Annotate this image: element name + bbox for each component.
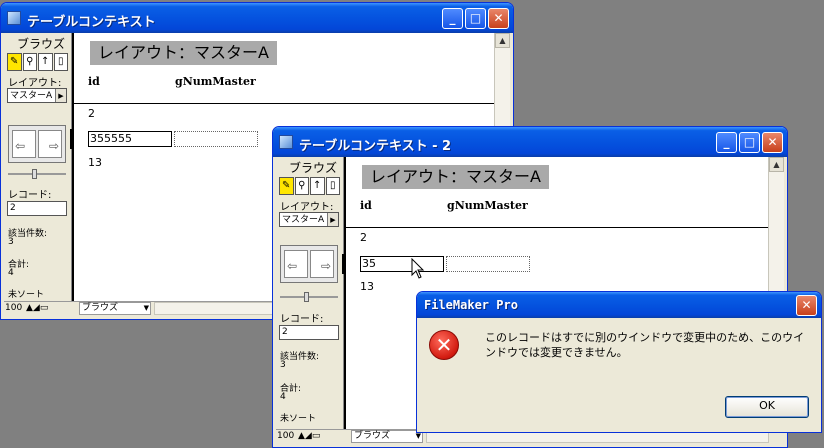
arrow-right-icon: ⇨ bbox=[320, 259, 331, 273]
window-title: テーブルコンテキスト bbox=[27, 15, 156, 30]
record-id-value: 2 bbox=[360, 231, 367, 244]
browse-mode-icon[interactable]: ✎ bbox=[279, 177, 294, 195]
total-count: 4 bbox=[280, 392, 286, 402]
zoom-icon[interactable]: ▲◢▭ bbox=[26, 303, 48, 313]
layout-title: レイアウト：マスターA bbox=[90, 41, 277, 65]
sort-status: 未ソート bbox=[8, 290, 45, 300]
chevron-right-icon: ▶ bbox=[55, 89, 66, 102]
arrow-left-icon: ⇦ bbox=[287, 259, 298, 273]
close-button[interactable]: ✕ bbox=[762, 132, 783, 153]
error-icon: ✕ bbox=[429, 330, 459, 360]
record-slider[interactable] bbox=[8, 169, 66, 179]
slider-knob[interactable] bbox=[32, 169, 37, 179]
slider-knob[interactable] bbox=[304, 292, 309, 302]
maximize-button[interactable]: □ bbox=[739, 132, 760, 153]
arrow-left-icon: ⇦ bbox=[15, 139, 26, 153]
header-id: id bbox=[360, 199, 372, 212]
gnummaster-field[interactable]: 35 bbox=[360, 256, 444, 272]
layout-label: レイアウト: bbox=[280, 202, 334, 213]
record-label: レコード: bbox=[8, 190, 52, 201]
active-record-marker bbox=[70, 129, 73, 149]
layout-select[interactable]: マスターA ▶ bbox=[279, 212, 339, 227]
error-dialog: FileMaker Pro ✕ ✕ このレコードはすでに別のウインドウで変更中の… bbox=[416, 291, 822, 433]
found-label: 該当件数: bbox=[8, 229, 48, 239]
scroll-up-icon[interactable]: ▲ bbox=[495, 33, 510, 48]
find-mode-icon[interactable]: ⚲ bbox=[294, 177, 309, 195]
record-id-value: 13 bbox=[360, 280, 374, 293]
found-count: 3 bbox=[280, 360, 286, 370]
mode-label: ブラウズ bbox=[17, 37, 66, 51]
preview-mode-icon[interactable]: ▯ bbox=[325, 177, 340, 195]
mode-tools: ✎ ⚲ ↑ ▯ bbox=[279, 177, 341, 195]
layout-label: レイアウト: bbox=[8, 78, 62, 89]
scroll-up-icon[interactable]: ▲ bbox=[769, 157, 784, 172]
mode-label: ブラウズ bbox=[289, 161, 338, 175]
close-button[interactable]: ✕ bbox=[796, 295, 817, 316]
layout-select-value: マスターA bbox=[10, 91, 53, 101]
mode-select[interactable]: ブラウズ ▼ bbox=[79, 302, 151, 315]
titlebar[interactable]: テーブルコンテキスト _ □ ✕ bbox=[1, 3, 513, 33]
titlebar[interactable]: テーブルコンテキスト - 2 _ □ ✕ bbox=[273, 127, 787, 157]
empty-field[interactable] bbox=[174, 131, 258, 147]
browse-mode-icon[interactable]: ✎ bbox=[7, 53, 22, 71]
layout-mode-icon[interactable]: ↑ bbox=[38, 53, 53, 71]
mode-select-value: ブラウズ bbox=[354, 431, 391, 441]
dialog-message: このレコードはすでに別のウインドウで変更中のため、このウインドウでは変更できませ… bbox=[485, 331, 805, 359]
record-id-value: 2 bbox=[88, 107, 95, 120]
record-book[interactable]: ⇦ ⇨ bbox=[8, 125, 66, 163]
minimize-button[interactable]: _ bbox=[716, 132, 737, 153]
status-area: ブラウズ ✎ ⚲ ↑ ▯ レイアウト: マスターA ▶ ⇦ ⇨ レコード: 2 … bbox=[4, 33, 72, 316]
header-id: id bbox=[88, 75, 100, 88]
zoom-icon[interactable]: ▲◢▭ bbox=[298, 431, 320, 441]
maximize-button[interactable]: □ bbox=[465, 8, 486, 29]
mouse-cursor-icon bbox=[411, 258, 425, 279]
arrow-right-icon: ⇨ bbox=[48, 139, 59, 153]
layout-mode-icon[interactable]: ↑ bbox=[310, 177, 325, 195]
app-icon bbox=[7, 11, 21, 25]
dialog-titlebar[interactable]: FileMaker Pro ✕ bbox=[417, 292, 821, 318]
layout-select-value: マスターA bbox=[282, 215, 325, 225]
header-divider bbox=[74, 103, 495, 104]
chevron-right-icon: ▶ bbox=[327, 213, 338, 226]
find-mode-icon[interactable]: ⚲ bbox=[22, 53, 37, 71]
record-label: レコード: bbox=[280, 314, 324, 325]
active-record-marker bbox=[342, 254, 345, 274]
close-button[interactable]: ✕ bbox=[488, 8, 509, 29]
record-book[interactable]: ⇦ ⇨ bbox=[280, 245, 338, 283]
chevron-down-icon: ▼ bbox=[143, 304, 149, 312]
record-id-value: 13 bbox=[88, 156, 102, 169]
layout-title: レイアウト：マスターA bbox=[362, 165, 549, 189]
gnummaster-field[interactable]: 355555 bbox=[88, 131, 172, 147]
empty-field[interactable] bbox=[446, 256, 530, 272]
zoom-level[interactable]: 100 bbox=[277, 431, 294, 441]
status-area: ブラウズ ✎ ⚲ ↑ ▯ レイアウト: マスターA ▶ ⇦ ⇨ レコード: 2 … bbox=[276, 157, 344, 444]
layout-select[interactable]: マスターA ▶ bbox=[7, 88, 67, 103]
zoom-level[interactable]: 100 bbox=[5, 303, 22, 313]
header-divider bbox=[346, 227, 769, 228]
mode-select-value: ブラウズ bbox=[82, 303, 119, 313]
ok-button[interactable]: OK bbox=[725, 396, 809, 418]
found-label: 該当件数: bbox=[280, 352, 320, 362]
found-count: 3 bbox=[8, 237, 14, 247]
dialog-title: FileMaker Pro bbox=[424, 298, 518, 312]
window-title: テーブルコンテキスト - 2 bbox=[299, 139, 452, 154]
mode-tools: ✎ ⚲ ↑ ▯ bbox=[7, 53, 69, 71]
record-number-input[interactable]: 2 bbox=[7, 201, 67, 216]
sort-status: 未ソート bbox=[280, 414, 317, 424]
minimize-button[interactable]: _ bbox=[442, 8, 463, 29]
app-icon bbox=[279, 135, 293, 149]
mode-select[interactable]: ブラウズ ▼ bbox=[351, 430, 423, 443]
header-gnummaster: gNumMaster bbox=[175, 75, 256, 88]
record-slider[interactable] bbox=[280, 292, 338, 302]
total-count: 4 bbox=[8, 268, 14, 278]
record-number-input[interactable]: 2 bbox=[279, 325, 339, 340]
preview-mode-icon[interactable]: ▯ bbox=[53, 53, 68, 71]
header-gnummaster: gNumMaster bbox=[447, 199, 528, 212]
